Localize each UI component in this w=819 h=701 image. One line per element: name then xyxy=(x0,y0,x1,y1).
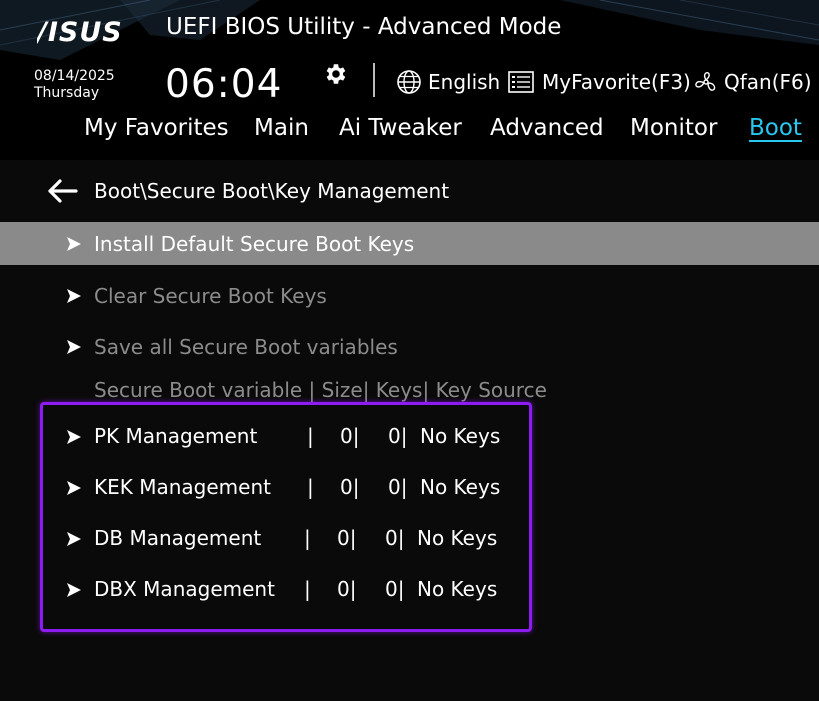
breadcrumb-path: Boot\Secure Boot\Key Management xyxy=(94,179,450,203)
fan-icon xyxy=(695,71,716,91)
toolbar-separator xyxy=(373,63,375,97)
bios-screen: /ISUS UEFI BIOS Utility - Advanced Mode … xyxy=(0,0,819,701)
svg-text:/ISUS: /ISUS xyxy=(37,17,123,46)
key-row-keys: 0| xyxy=(385,577,405,601)
key-row-source: No Keys xyxy=(417,526,498,550)
myfavorite-button[interactable]: MyFavorite(F3) xyxy=(506,69,691,95)
tab-ai-tweaker[interactable]: Ai Tweaker xyxy=(339,115,462,141)
date-text: 08/14/2025 xyxy=(34,68,115,84)
menu-item-label: Install Default Secure Boot Keys xyxy=(94,231,415,256)
column-separator: | xyxy=(304,577,311,601)
date-display: 08/14/2025 Thursday xyxy=(34,68,115,102)
key-row-db[interactable]: DB Management | 0| 0| No Keys xyxy=(0,522,819,556)
menu-item-label: Clear Secure Boot Keys xyxy=(94,283,327,308)
key-row-keys: 0| xyxy=(388,424,408,448)
key-row-keys: 0| xyxy=(388,475,408,499)
key-row-name: DB Management xyxy=(94,526,262,550)
chevron-right-icon xyxy=(67,288,81,303)
chevron-right-icon xyxy=(67,532,81,546)
tab-monitor[interactable]: Monitor xyxy=(630,115,717,141)
key-row-size: 0| xyxy=(340,424,360,448)
back-arrow-icon[interactable] xyxy=(46,177,78,205)
key-row-size: 0| xyxy=(337,577,357,601)
menu-item-install-default-keys[interactable]: Install Default Secure Boot Keys xyxy=(0,222,819,265)
key-row-source: No Keys xyxy=(420,424,501,448)
key-row-pk[interactable]: PK Management | 0| 0| No Keys xyxy=(0,420,819,454)
key-row-keys: 0| xyxy=(385,526,405,550)
tab-main[interactable]: Main xyxy=(254,115,309,141)
menu-item-save-variables[interactable]: Save all Secure Boot variables xyxy=(0,325,819,368)
tab-boot[interactable]: Boot xyxy=(749,115,802,141)
header-bar: /ISUS UEFI BIOS Utility - Advanced Mode … xyxy=(0,0,819,160)
column-separator: | xyxy=(304,526,311,550)
chevron-right-icon xyxy=(67,236,81,251)
chevron-right-icon xyxy=(67,583,81,597)
key-row-size: 0| xyxy=(340,475,360,499)
key-row-name: DBX Management xyxy=(94,577,275,601)
key-row-dbx[interactable]: DBX Management | 0| 0| No Keys xyxy=(0,573,819,607)
qfan-button[interactable]: Qfan(F6) xyxy=(694,69,812,95)
main-tabs: My Favorites Main Ai Tweaker Advanced Mo… xyxy=(0,115,819,151)
chevron-right-icon xyxy=(67,430,81,444)
favorite-list-icon xyxy=(508,71,534,93)
chevron-right-icon xyxy=(67,481,81,495)
column-separator: | xyxy=(307,424,314,448)
key-row-name: PK Management xyxy=(94,424,258,448)
day-text: Thursday xyxy=(34,85,100,101)
chevron-right-icon xyxy=(67,339,81,354)
gear-icon[interactable] xyxy=(322,61,348,87)
menu-item-clear-keys[interactable]: Clear Secure Boot Keys xyxy=(0,274,819,317)
myfavorite-label: MyFavorite(F3) xyxy=(542,70,691,94)
clock-display[interactable]: 06:04 xyxy=(165,62,282,107)
window-title: UEFI BIOS Utility - Advanced Mode xyxy=(166,14,562,40)
breadcrumb: Boot\Secure Boot\Key Management xyxy=(46,177,449,205)
menu-item-label: Save all Secure Boot variables xyxy=(94,334,398,359)
column-separator: | xyxy=(307,475,314,499)
language-button[interactable]: English xyxy=(396,69,500,95)
key-row-kek[interactable]: KEK Management | 0| 0| No Keys xyxy=(0,471,819,505)
key-row-size: 0| xyxy=(337,526,357,550)
key-table-header: Secure Boot variable | Size| Keys| Key S… xyxy=(94,378,547,402)
globe-icon xyxy=(397,70,421,94)
qfan-label: Qfan(F6) xyxy=(724,70,812,94)
key-row-name: KEK Management xyxy=(94,475,271,499)
key-row-source: No Keys xyxy=(417,577,498,601)
language-label: English xyxy=(428,70,501,94)
key-row-source: No Keys xyxy=(420,475,501,499)
tab-my-favorites[interactable]: My Favorites xyxy=(84,115,229,141)
asus-logo: /ISUS xyxy=(37,17,123,46)
tab-advanced[interactable]: Advanced xyxy=(490,115,604,141)
